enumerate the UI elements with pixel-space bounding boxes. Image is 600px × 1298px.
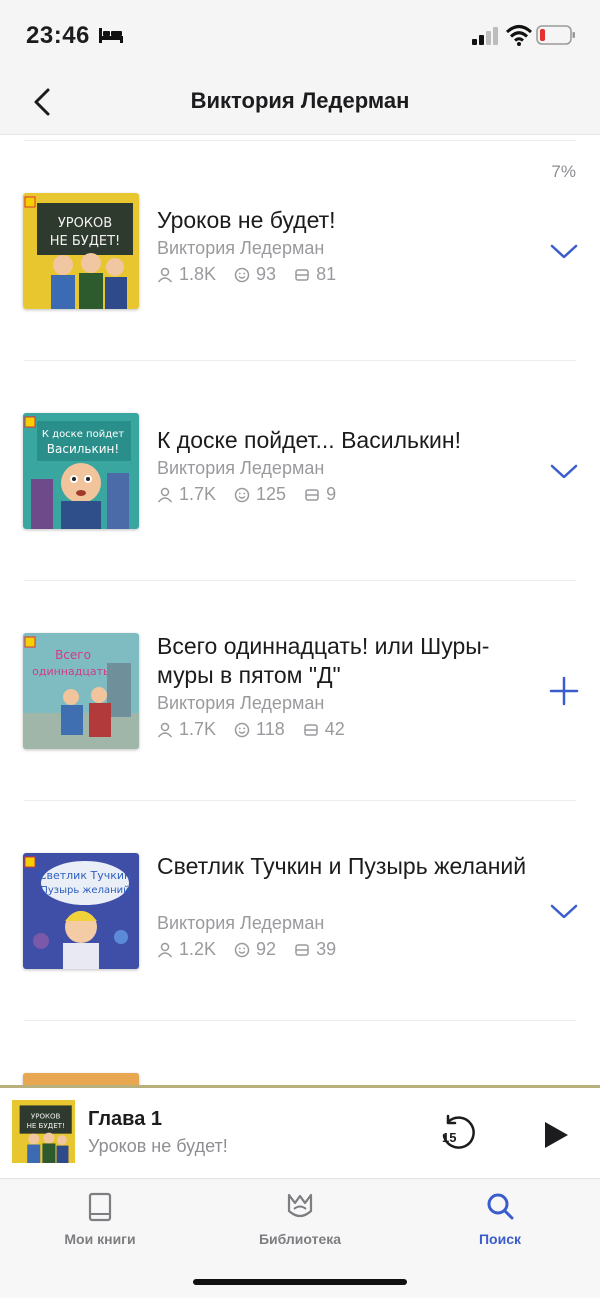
book-icon <box>88 1192 112 1222</box>
listeners-count: 1.7K <box>179 719 217 739</box>
svg-text:одиннадцать!: одиннадцать! <box>32 665 114 678</box>
listeners-count: 1.8K <box>179 264 217 284</box>
svg-text:НЕ БУДЕТ!: НЕ БУДЕТ! <box>50 234 120 249</box>
progress-text: 7% <box>551 162 576 181</box>
person-icon <box>157 722 173 737</box>
book-cover[interactable]: УРОКОВ НЕ БУДЕТ! <box>23 193 139 309</box>
smile-icon <box>234 942 250 957</box>
listeners-stat: 1.8K <box>157 264 216 285</box>
chevron-down-icon[interactable] <box>548 895 580 927</box>
svg-text:К доске пойдет: К доске пойдет <box>42 429 124 440</box>
book-row[interactable]: К доске пойдет Василькин! К доске пойдет… <box>0 360 600 580</box>
chapters-icon <box>305 488 319 501</box>
likes-stat: 118 <box>234 719 285 740</box>
book-author: Виктория Ледерман <box>157 913 325 933</box>
book-title: Всего одиннадцать! или Шуры-муры в пятом… <box>157 633 490 688</box>
chapters-count: 39 <box>316 939 337 959</box>
page-title: Виктория Ледерман <box>190 88 410 113</box>
book-author: Виктория Ледерман <box>157 458 325 478</box>
svg-text:Василькин!: Василькин! <box>47 442 119 456</box>
svg-text:Светлик Тучкин: Светлик Тучкин <box>39 869 131 882</box>
listeners-count: 1.7K <box>179 484 217 504</box>
home-indicator <box>193 1279 407 1285</box>
chapters-icon <box>295 943 309 956</box>
svg-text:Всего: Всего <box>55 648 91 662</box>
chapters-count: 81 <box>316 264 337 284</box>
book-stats: 1.7K 125 9 <box>157 484 354 505</box>
svg-text:Пузырь желаний: Пузырь желаний <box>40 885 129 896</box>
likes-count: 118 <box>256 719 285 739</box>
svg-text:УРОКОВ: УРОКОВ <box>58 216 112 231</box>
smile-icon <box>234 722 250 737</box>
library-icon <box>287 1193 313 1218</box>
book-cover-partial[interactable] <box>23 1073 139 1085</box>
likes-stat: 125 <box>234 484 286 505</box>
chapters-count: 42 <box>324 719 345 739</box>
smile-icon <box>234 267 250 282</box>
chevron-down-icon[interactable] <box>548 235 580 267</box>
likes-stat: 93 <box>234 264 276 285</box>
chapters-icon <box>303 723 318 736</box>
person-icon <box>157 487 173 502</box>
likes-count: 125 <box>256 484 287 504</box>
mini-player-chapter: Глава 1 <box>88 1108 163 1130</box>
rewind-seconds-label: 15 <box>442 1130 457 1145</box>
cellular-signal-icon <box>472 27 498 45</box>
status-time: 23:46 <box>26 22 90 49</box>
mini-player[interactable]: УРОКОВ НЕ БУДЕТ! Глава 1 Уроков не будет… <box>0 1085 600 1180</box>
tab-label: Поиск <box>478 1231 521 1247</box>
wifi-icon <box>506 25 532 46</box>
likes-stat: 92 <box>234 939 276 960</box>
likes-count: 92 <box>256 939 277 959</box>
divider <box>24 1020 576 1021</box>
book-stats: 1.7K 118 42 <box>157 719 363 740</box>
chapters-stat: 9 <box>304 484 336 505</box>
book-cover[interactable]: К доске пойдет Василькин! <box>23 413 139 529</box>
book-author: Виктория Ледерман <box>157 693 325 713</box>
status-bar: 23:46 <box>0 0 600 70</box>
book-stats: 1.2K 92 39 <box>157 939 354 960</box>
sleep-mode-icon <box>99 28 123 43</box>
mini-player-book-title: Уроков не будет! <box>88 1136 228 1156</box>
nav-header: Виктория Ледерман <box>0 70 600 135</box>
listeners-count: 1.2K <box>179 939 217 959</box>
play-button[interactable] <box>538 1118 572 1152</box>
book-row[interactable]: Светлик Тучкин Пузырь желаний Светлик Ту… <box>0 800 600 1020</box>
listeners-stat: 1.7K <box>157 484 216 505</box>
smile-icon <box>234 487 250 502</box>
book-title: К доске пойдет... Василькин! <box>157 427 461 453</box>
chapters-stat: 39 <box>294 939 336 960</box>
tab-label: Библиотека <box>258 1231 342 1247</box>
book-row[interactable]: Всего одиннадцать! Всего одиннадцать! ил… <box>0 580 600 800</box>
chapters-count: 9 <box>326 484 337 504</box>
person-icon <box>157 942 173 957</box>
book-title: Уроков не будет! <box>157 207 336 233</box>
listeners-stat: 1.2K <box>157 939 216 960</box>
likes-count: 93 <box>256 264 277 284</box>
book-cover[interactable]: Светлик Тучкин Пузырь желаний <box>23 853 139 969</box>
person-icon <box>157 267 173 282</box>
tab-my-books[interactable]: Мои книги <box>0 1179 200 1259</box>
book-stats: 1.8K 93 81 <box>157 264 354 285</box>
listeners-stat: 1.7K <box>157 719 216 740</box>
svg-text:НЕ БУДЕТ!: НЕ БУДЕТ! <box>27 1121 65 1130</box>
book-title: Светлик Тучкин и Пузырь желаний <box>157 853 527 879</box>
chapters-stat: 81 <box>294 264 336 285</box>
book-list[interactable]: УРОКОВ НЕ БУДЕТ! Уроков не будет! Виктор… <box>0 140 600 1085</box>
book-author: Виктория Ледерман <box>157 238 325 258</box>
chapters-icon <box>295 268 309 281</box>
chapters-stat: 42 <box>303 719 345 740</box>
tab-library[interactable]: Библиотека <box>200 1179 400 1259</box>
chevron-down-icon[interactable] <box>548 455 580 487</box>
svg-text:УРОКОВ: УРОКОВ <box>31 1111 61 1120</box>
battery-icon <box>536 25 575 45</box>
book-row[interactable]: УРОКОВ НЕ БУДЕТ! Уроков не будет! Виктор… <box>0 140 600 360</box>
plus-icon[interactable] <box>548 675 580 707</box>
search-icon <box>487 1193 514 1220</box>
mini-player-cover[interactable]: УРОКОВ НЕ БУДЕТ! <box>12 1100 75 1163</box>
tab-search[interactable]: Поиск <box>400 1179 600 1259</box>
book-cover[interactable]: Всего одиннадцать! <box>23 633 139 749</box>
tab-label: Мои книги <box>64 1231 136 1247</box>
